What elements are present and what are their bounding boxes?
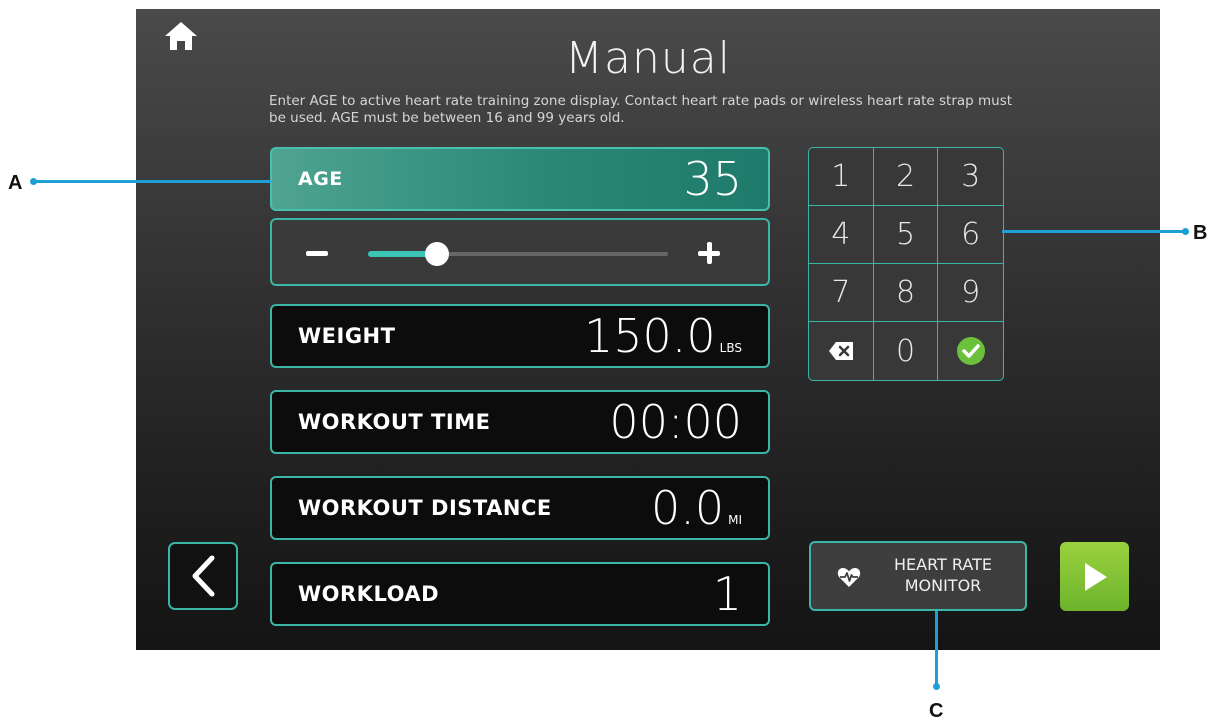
page-title: Manual — [565, 33, 731, 84]
callout-a-line — [33, 180, 271, 183]
slider-thumb[interactable] — [425, 242, 449, 266]
heart-rate-label-line1: HEART RATE — [894, 555, 992, 574]
backspace-icon — [828, 342, 853, 360]
key-4[interactable]: 4 — [809, 206, 874, 264]
workout-time-label: WORKOUT TIME — [298, 410, 491, 434]
workout-time-value: 00:00 — [609, 395, 742, 449]
weight-unit: LBS — [719, 341, 742, 355]
workload-label: WORKLOAD — [298, 582, 440, 606]
heart-rate-label: HEART RATE MONITOR — [867, 554, 1019, 596]
back-button[interactable] — [168, 542, 238, 610]
weight-field[interactable]: WEIGHT 150.0 LBS — [270, 304, 770, 368]
callout-a-label: A — [8, 172, 23, 194]
key-8[interactable]: 8 — [873, 264, 939, 322]
callout-c-line — [935, 611, 938, 686]
heart-rate-monitor-button[interactable]: HEART RATE MONITOR — [809, 541, 1027, 611]
workout-distance-label: WORKOUT DISTANCE — [298, 496, 552, 520]
callout-b-label: B — [1193, 222, 1208, 244]
start-button[interactable] — [1060, 542, 1129, 611]
check-icon — [956, 337, 985, 365]
distance-unit: MI — [728, 513, 742, 527]
callout-a-dot — [30, 178, 37, 185]
heart-rate-label-line2: MONITOR — [904, 576, 982, 595]
age-slider[interactable] — [270, 218, 770, 286]
weight-value: 150.0 LBS — [583, 309, 742, 363]
numeric-keypad: 1 2 3 4 5 6 7 8 9 0 — [808, 147, 1004, 381]
age-value: 35 — [683, 152, 742, 206]
key-5[interactable]: 5 — [873, 206, 939, 264]
enter-key[interactable] — [938, 322, 1003, 380]
play-icon — [1084, 562, 1107, 591]
callout-c-dot — [933, 683, 940, 690]
callout-b-line — [1002, 230, 1186, 233]
workout-distance-field[interactable]: WORKOUT DISTANCE 0.0 MI — [270, 476, 770, 540]
minus-icon[interactable] — [306, 251, 328, 256]
age-label: AGE — [298, 168, 343, 190]
heart-rate-icon — [837, 568, 861, 587]
treadmill-console-screen: Manual Enter AGE to active heart rate tr… — [136, 9, 1160, 650]
instructions-text: Enter AGE to active heart rate training … — [269, 93, 1013, 126]
workout-distance-value: 0.0 MI — [650, 481, 742, 535]
backspace-key[interactable] — [809, 322, 874, 380]
key-3[interactable]: 3 — [938, 148, 1003, 206]
key-9[interactable]: 9 — [938, 264, 1003, 322]
key-1[interactable]: 1 — [809, 148, 874, 206]
plus-icon[interactable] — [698, 242, 720, 264]
weight-label: WEIGHT — [298, 324, 396, 348]
key-6[interactable]: 6 — [938, 206, 1003, 264]
key-0[interactable]: 0 — [874, 322, 939, 380]
back-chevron-icon — [192, 555, 215, 597]
workout-time-field[interactable]: WORKOUT TIME 00:00 — [270, 390, 770, 454]
workload-field[interactable]: WORKLOAD 1 — [270, 562, 770, 626]
key-7[interactable]: 7 — [809, 264, 874, 322]
age-field[interactable]: AGE 35 — [270, 147, 770, 211]
callout-b-dot — [1182, 228, 1189, 235]
workload-value: 1 — [712, 567, 742, 621]
key-2[interactable]: 2 — [873, 148, 939, 206]
callout-c-label: C — [929, 700, 944, 722]
